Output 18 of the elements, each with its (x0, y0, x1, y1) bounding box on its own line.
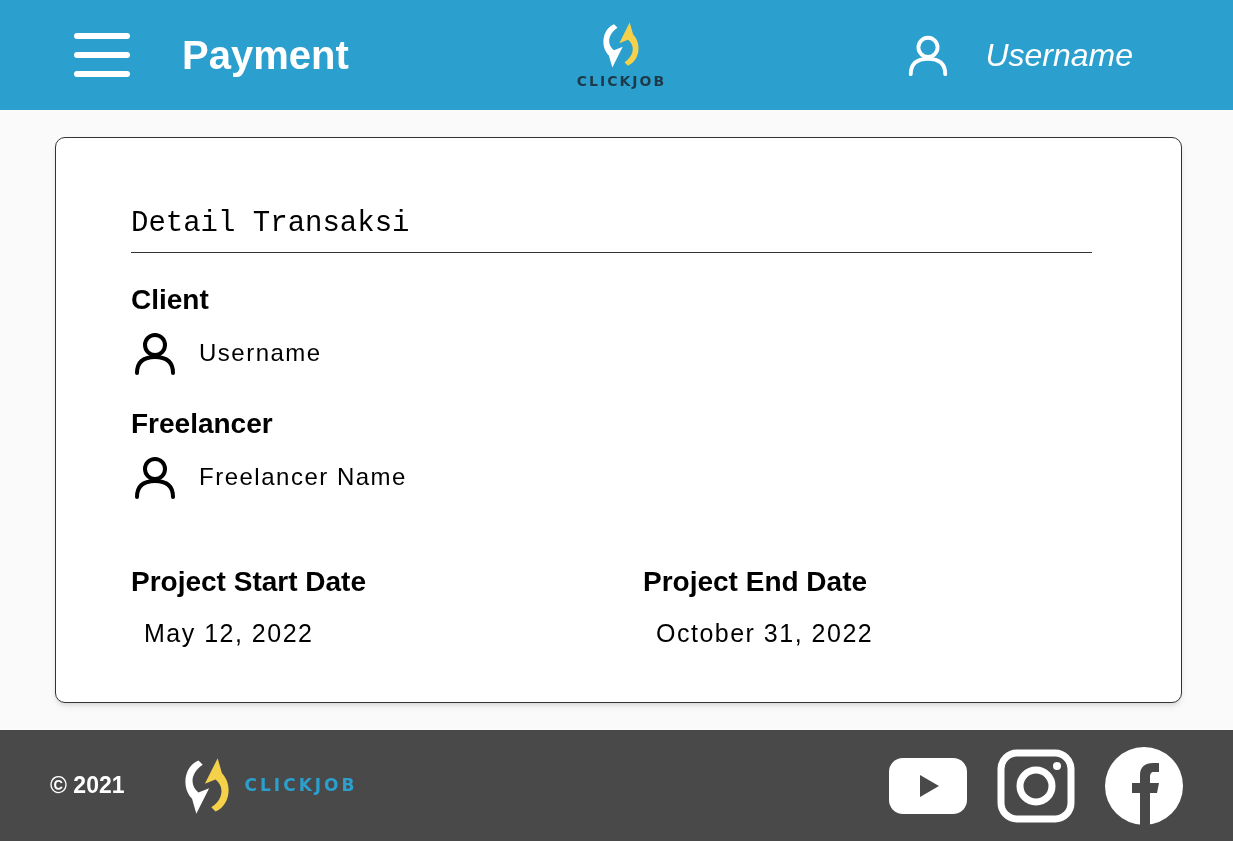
person-label: Freelancer (131, 406, 274, 441)
logo-text: CLICKJOB (244, 773, 358, 797)
menu-icon[interactable] (74, 31, 130, 79)
date-value: October 31, 2022 (656, 617, 875, 649)
social-f-icon[interactable] (1105, 746, 1183, 825)
date-label: Project Start Date (131, 564, 367, 599)
copyright-text: © 2021 (50, 771, 125, 801)
date-label: Project End Date (643, 564, 869, 599)
username-link[interactable]: Username (985, 31, 1133, 79)
page-title: Payment (182, 32, 349, 79)
video-play-icon[interactable] (889, 757, 967, 814)
date-value: May 12, 2022 (144, 617, 315, 649)
camera-icon[interactable] (997, 748, 1075, 823)
person-label: Client (131, 282, 210, 317)
logo-text: CLICKJOB (576, 71, 667, 91)
section-title: Detail Transaksi (131, 202, 1092, 253)
person-name: Username (199, 337, 322, 368)
person-name: Freelancer Name (199, 461, 407, 492)
